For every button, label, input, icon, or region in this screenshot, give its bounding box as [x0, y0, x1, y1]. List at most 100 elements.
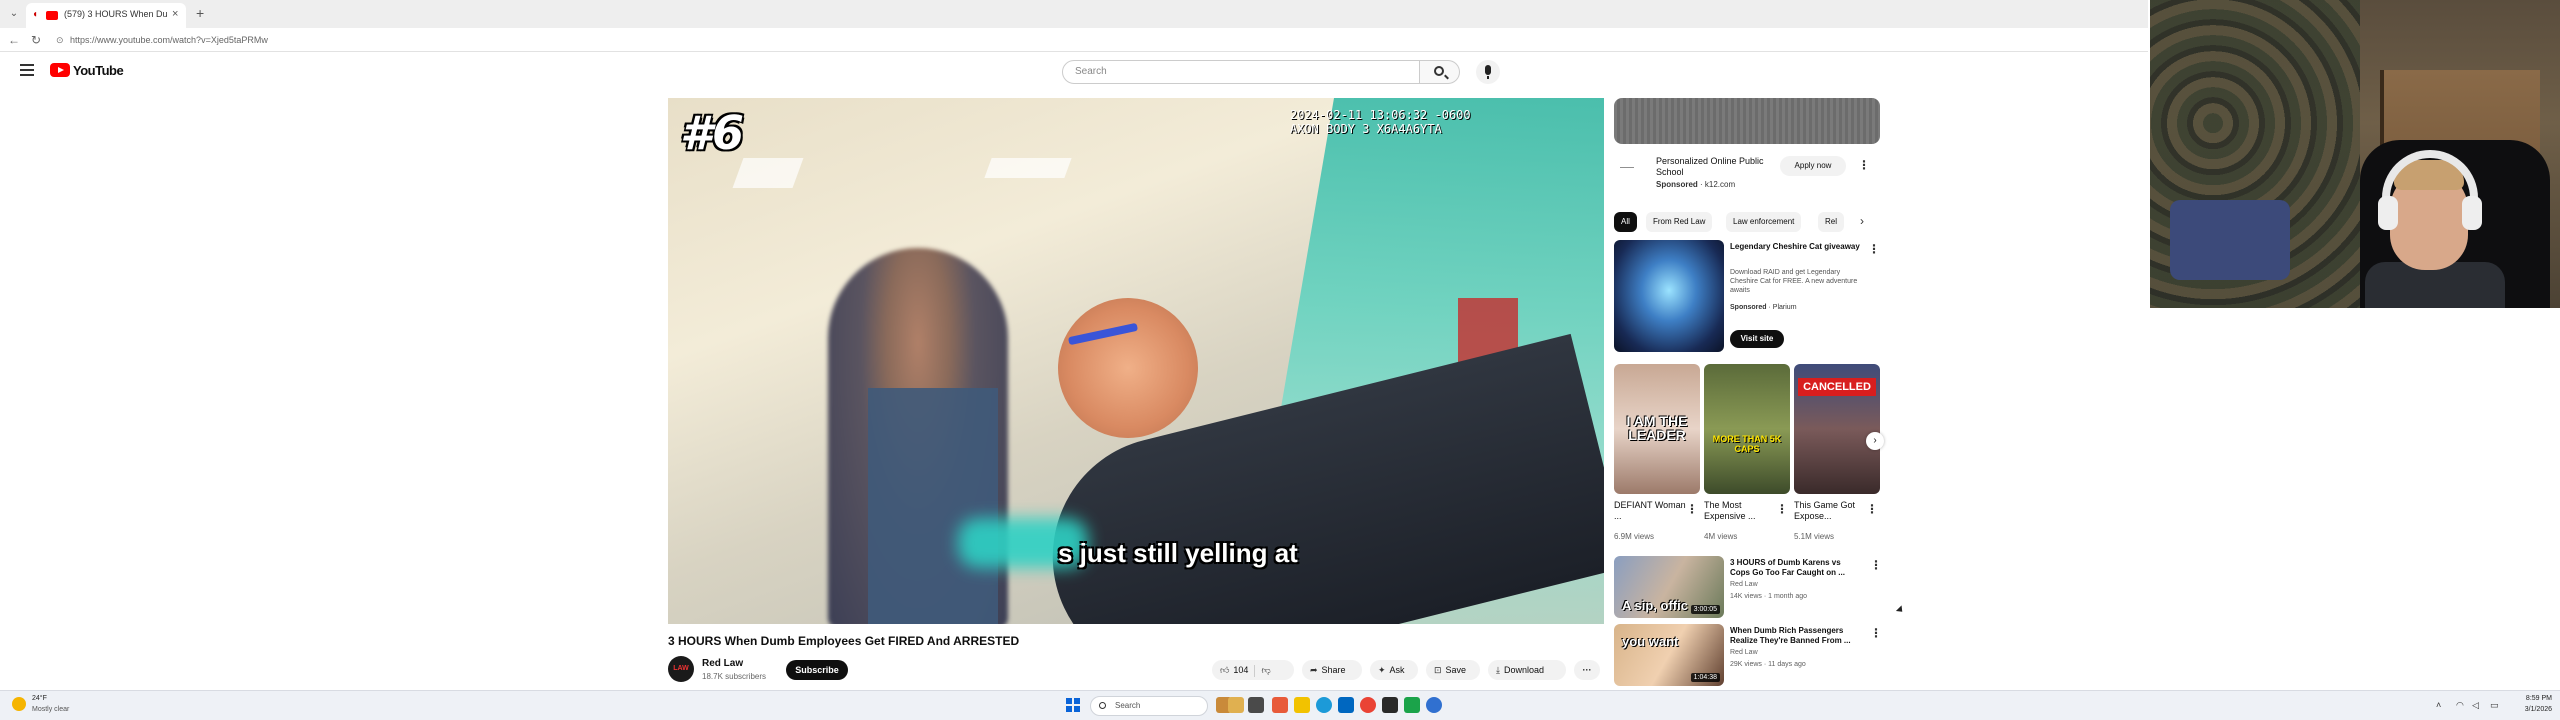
- headset-earcup: [2378, 196, 2398, 230]
- video-more-options-icon[interactable]: ⋮: [1870, 558, 1882, 572]
- spotify-app-icon[interactable]: [1404, 697, 1420, 713]
- short-views: 6.9M views: [1614, 532, 1655, 541]
- game-ad-more-options-icon[interactable]: ⋮: [1868, 242, 1880, 256]
- recommended-video-thumbnail[interactable]: A sip, offic 3:00:05: [1614, 556, 1724, 618]
- ad-apply-now-button[interactable]: Apply now: [1780, 156, 1846, 176]
- thumbnail-text: you want: [1622, 634, 1679, 649]
- short-more-options-icon[interactable]: ⋮: [1866, 502, 1878, 516]
- game-ad-sponsored-line: Sponsored · Plarium: [1730, 304, 1797, 311]
- ask-button[interactable]: ✦ Ask: [1370, 660, 1418, 680]
- reload-icon[interactable]: ↻: [28, 32, 44, 48]
- recommended-video-title[interactable]: 3 HOURS of Dumb Karens vs Cops Go Too Fa…: [1730, 558, 1860, 578]
- recommended-video-thumbnail[interactable]: you want 1:04:38: [1614, 624, 1724, 686]
- thumbnail-text: A sip, offic: [1622, 598, 1688, 613]
- new-tab-icon[interactable]: +: [196, 5, 204, 21]
- short-thumbnail[interactable]: CANCELLED: [1794, 364, 1880, 494]
- channel-name[interactable]: Red Law: [702, 658, 743, 669]
- chip-from-red-law[interactable]: From Red Law: [1646, 212, 1713, 232]
- chip-all[interactable]: All: [1614, 212, 1637, 232]
- file-explorer-icon[interactable]: [1294, 697, 1310, 713]
- channel-avatar[interactable]: LAW: [668, 656, 694, 682]
- search-icon: [1099, 702, 1106, 709]
- back-icon[interactable]: ←: [6, 32, 22, 48]
- edge-browser-icon[interactable]: [1316, 697, 1332, 713]
- dislike-icon[interactable]: 👎︎: [1261, 665, 1270, 675]
- more-actions-icon[interactable]: ···: [1574, 660, 1600, 680]
- share-icon: ➦: [1310, 665, 1318, 675]
- voice-search-mic-icon[interactable]: [1476, 60, 1500, 84]
- steam-app-icon[interactable]: [1426, 697, 1442, 713]
- taskbar-clock-time[interactable]: 8:59 PM: [2512, 695, 2552, 702]
- taskbar-clock-date[interactable]: 3/1/2026: [2512, 706, 2552, 713]
- weather-moon-icon[interactable]: [12, 697, 26, 711]
- copilot-icon[interactable]: [1272, 697, 1288, 713]
- video-more-options-icon[interactable]: ⋮: [1870, 626, 1882, 640]
- shorts-next-chevron-icon[interactable]: ›: [1866, 432, 1884, 450]
- game-ad-title[interactable]: Legendary Cheshire Cat giveaway: [1730, 242, 1860, 252]
- short-more-options-icon[interactable]: ⋮: [1686, 502, 1698, 516]
- short-views: 5.1M views: [1794, 532, 1835, 541]
- recommended-video-channel[interactable]: Red Law: [1730, 580, 1758, 590]
- weather-condition[interactable]: Mostly clear: [32, 706, 69, 713]
- taskbar-search-input[interactable]: Search: [1090, 696, 1208, 716]
- video-player[interactable]: #6 2024-02-11 13:06:32 -0600 AXON BODY 3…: [668, 98, 1604, 624]
- subscribe-button[interactable]: Subscribe: [786, 660, 848, 680]
- volume-icon[interactable]: ◁: [2472, 700, 2479, 711]
- download-label: Download: [1503, 665, 1545, 675]
- short-more-options-icon[interactable]: ⋮: [1776, 502, 1788, 516]
- wifi-icon[interactable]: ◠: [2456, 700, 2464, 711]
- task-view-icon[interactable]: [1248, 697, 1264, 713]
- download-icon: ⤓: [1496, 665, 1500, 675]
- ad-sponsored-label: Sponsored: [1656, 180, 1698, 189]
- share-button[interactable]: ➦ Share: [1302, 660, 1362, 680]
- recommended-video-title[interactable]: When Dumb Rich Passengers Realize They'r…: [1730, 626, 1860, 646]
- close-tab-icon[interactable]: ×: [172, 8, 178, 20]
- widgets-app-icon[interactable]: [1228, 697, 1244, 713]
- bed: [2170, 200, 2290, 280]
- game-ad-description: Download RAID and get Legendary Cheshire…: [1730, 269, 1858, 294]
- youtube-logo-icon[interactable]: [50, 63, 70, 77]
- like-count[interactable]: 104: [1233, 665, 1248, 675]
- search-placeholder: Search: [1075, 66, 1107, 77]
- visit-site-button[interactable]: Visit site: [1730, 330, 1784, 348]
- audio-playing-icon[interactable]: ◖: [32, 9, 44, 21]
- video-caption: s just still yelling at: [1058, 538, 1298, 568]
- hamburger-menu-icon[interactable]: [20, 64, 34, 76]
- bodycam-timestamp-line: 2024-02-11 13:06:32 -0600: [1290, 108, 1471, 122]
- save-button[interactable]: ⊡ Save: [1426, 660, 1480, 680]
- battery-icon[interactable]: ▭: [2490, 700, 2499, 711]
- site-info-icon[interactable]: ⊙: [56, 31, 64, 49]
- short-thumbnail[interactable]: I AM THE LEADER: [1614, 364, 1700, 494]
- chip-law-enforcement[interactable]: Law enforcement: [1726, 212, 1802, 232]
- terminal-app-icon[interactable]: [1382, 697, 1398, 713]
- tab-list-icon[interactable]: ⌄: [6, 6, 22, 22]
- ad-banner-image[interactable]: [1614, 98, 1880, 144]
- short-title[interactable]: The Most Expensive ...: [1704, 500, 1776, 522]
- like-icon[interactable]: 👍︎: [1220, 665, 1229, 675]
- short-thumbnail[interactable]: MORE THAN 5K CAPS: [1704, 364, 1790, 494]
- search-button[interactable]: [1420, 60, 1460, 84]
- short-title[interactable]: This Game Got Expose...: [1794, 500, 1866, 522]
- recommended-video-channel[interactable]: Red Law: [1730, 648, 1758, 658]
- game-ad-thumbnail[interactable]: [1614, 240, 1724, 352]
- address-bar: ← ↻ ⊙ https://www.youtube.com/watch?v=Xj…: [0, 28, 2148, 52]
- weather-temperature[interactable]: 24°F: [32, 695, 47, 702]
- download-button[interactable]: ⤓ Download: [1488, 660, 1566, 680]
- taskbar-search-placeholder: Search: [1115, 701, 1141, 710]
- search-input[interactable]: Search: [1062, 60, 1420, 84]
- browser-tab-youtube[interactable]: ◖ (579) 3 HOURS When Dumb E ×: [26, 3, 186, 28]
- chip-related[interactable]: Rel: [1818, 212, 1845, 232]
- ad-more-options-icon[interactable]: ⋮: [1858, 158, 1870, 172]
- ad-title[interactable]: Personalized Online Public School: [1656, 156, 1776, 178]
- chevron-right-icon[interactable]: ›: [1860, 214, 1864, 228]
- chrome-browser-icon[interactable]: [1360, 697, 1376, 713]
- store-app-icon[interactable]: [1338, 697, 1354, 713]
- youtube-header: YouTube Search: [0, 56, 2148, 88]
- url-field[interactable]: ⊙ https://www.youtube.com/watch?v=Xjed5t…: [50, 31, 690, 49]
- short-title[interactable]: DEFIANT Woman ...: [1614, 500, 1686, 522]
- url-text: https://www.youtube.com/watch?v=Xjed5taP…: [70, 35, 268, 45]
- youtube-logo-text[interactable]: YouTube: [73, 63, 124, 78]
- ad-advertiser-logo-icon: —: [1620, 158, 1634, 174]
- tray-overflow-icon[interactable]: ˄: [2436, 700, 2441, 710]
- windows-start-icon[interactable]: [1066, 698, 1080, 712]
